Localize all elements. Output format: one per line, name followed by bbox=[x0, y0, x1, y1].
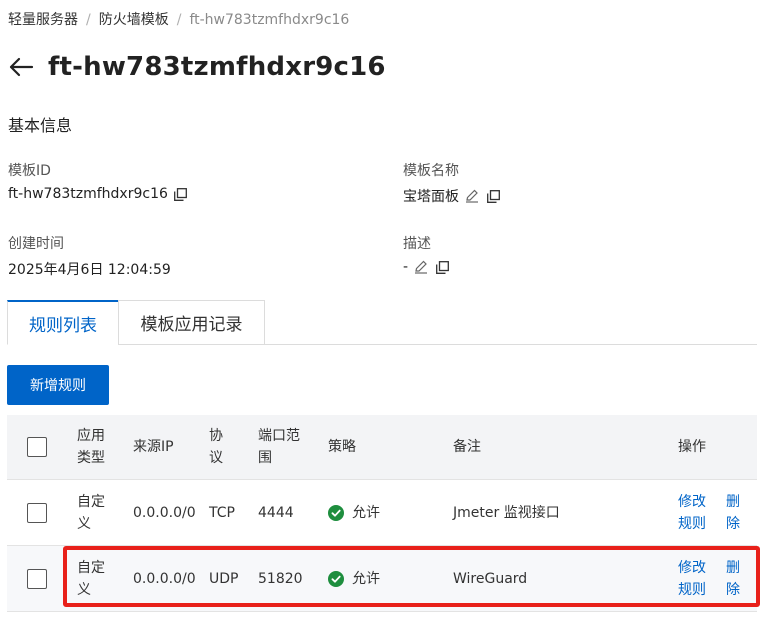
template-name-label: 模板名称 bbox=[403, 163, 459, 179]
rules-table: 应用类型 来源IP 协议 端口范围 策略 备注 操作 自定义 0.0.0.0/0… bbox=[7, 415, 757, 612]
table-row: 自定义 0.0.0.0/0 UDP 51820 允许 WireGuard 修改规… bbox=[7, 546, 757, 612]
template-name-text: 宝塔面板 bbox=[403, 189, 459, 205]
copy-icon[interactable] bbox=[434, 259, 450, 275]
cell-policy: 允许 bbox=[328, 546, 380, 611]
breadcrumb-firewall-templates[interactable]: 防火墙模板 bbox=[99, 10, 169, 30]
header-actions: 操作 bbox=[678, 439, 706, 455]
cell-source-ip: 0.0.0.0/0 bbox=[133, 504, 196, 521]
back-arrow-icon[interactable] bbox=[8, 53, 36, 81]
template-name-value: 宝塔面板 bbox=[403, 186, 501, 206]
row-select-cell bbox=[27, 546, 47, 611]
cell-protocol: TCP bbox=[209, 504, 235, 521]
template-id-value: ft-hw783tzmfhdxr9c16 bbox=[8, 186, 189, 202]
table-row: 自定义 0.0.0.0/0 TCP 4444 允许 Jmeter 监视接口 修改… bbox=[7, 480, 757, 546]
check-circle-icon bbox=[328, 504, 344, 521]
breadcrumb-separator: / bbox=[176, 12, 182, 28]
cell-actions: 修改规则 删除 bbox=[678, 480, 746, 545]
header-protocol: 协议 bbox=[209, 428, 223, 466]
row-checkbox[interactable] bbox=[27, 568, 47, 589]
breadcrumb-lightweight-server[interactable]: 轻量服务器 bbox=[8, 10, 78, 30]
add-rule-button[interactable]: 新增规则 bbox=[7, 365, 109, 405]
cell-app-type: 自定义 bbox=[77, 493, 105, 532]
check-circle-icon bbox=[328, 570, 344, 587]
cell-note: Jmeter 监视接口 bbox=[453, 504, 560, 521]
tab-template-apply-records[interactable]: 模板应用记录 bbox=[118, 300, 265, 345]
description-value: - bbox=[403, 259, 450, 275]
cell-actions: 修改规则 删除 bbox=[678, 546, 746, 611]
delete-rule-link[interactable]: 删除 bbox=[726, 557, 746, 601]
table-header: 应用类型 来源IP 协议 端口范围 策略 备注 操作 bbox=[7, 415, 757, 480]
cell-policy: 允许 bbox=[328, 480, 380, 545]
description-text: - bbox=[403, 259, 409, 275]
select-all-checkbox[interactable] bbox=[27, 437, 47, 457]
policy-text: 允许 bbox=[352, 504, 380, 521]
header-app-type: 应用类型 bbox=[77, 428, 105, 466]
section-title-basic-info: 基本信息 bbox=[8, 116, 73, 135]
edit-rule-link[interactable]: 修改规则 bbox=[678, 557, 714, 601]
policy-text: 允许 bbox=[352, 570, 380, 587]
tab-bar: 规则列表 模板应用记录 bbox=[7, 300, 757, 345]
template-id-label: 模板ID bbox=[8, 163, 51, 179]
breadcrumb-current: ft-hw783tzmfhdxr9c16 bbox=[189, 12, 350, 28]
template-id-text: ft-hw783tzmfhdxr9c16 bbox=[8, 186, 168, 202]
copy-icon[interactable] bbox=[485, 188, 501, 204]
breadcrumb-separator: / bbox=[86, 12, 91, 28]
cell-protocol: UDP bbox=[209, 570, 239, 587]
delete-rule-link[interactable]: 删除 bbox=[726, 491, 746, 535]
edit-icon[interactable] bbox=[464, 188, 480, 204]
header-port-range: 端口范围 bbox=[258, 428, 300, 466]
header-source-ip: 来源IP bbox=[133, 439, 174, 455]
header-policy: 策略 bbox=[328, 439, 356, 455]
cell-port-range: 51820 bbox=[258, 570, 303, 587]
row-select-cell bbox=[27, 480, 47, 545]
cell-source-ip: 0.0.0.0/0 bbox=[133, 570, 196, 587]
page-title: ft-hw783tzmfhdxr9c16 bbox=[48, 52, 386, 82]
cell-port-range: 4444 bbox=[258, 504, 294, 521]
edit-rule-link[interactable]: 修改规则 bbox=[678, 491, 714, 535]
created-time-value: 2025年4月6日 12:04:59 bbox=[8, 262, 171, 278]
cell-app-type: 自定义 bbox=[77, 559, 105, 598]
title-row: ft-hw783tzmfhdxr9c16 bbox=[8, 48, 386, 86]
row-checkbox[interactable] bbox=[27, 502, 47, 523]
select-all-cell bbox=[27, 415, 47, 479]
copy-icon[interactable] bbox=[173, 186, 189, 202]
edit-icon[interactable] bbox=[413, 259, 429, 275]
breadcrumb: 轻量服务器 / 防火墙模板 / ft-hw783tzmfhdxr9c16 bbox=[8, 10, 349, 30]
created-time-label: 创建时间 bbox=[8, 236, 64, 252]
tab-rule-list[interactable]: 规则列表 bbox=[7, 300, 119, 345]
header-note: 备注 bbox=[453, 439, 481, 455]
description-label: 描述 bbox=[403, 236, 431, 252]
cell-note: WireGuard bbox=[453, 570, 528, 587]
